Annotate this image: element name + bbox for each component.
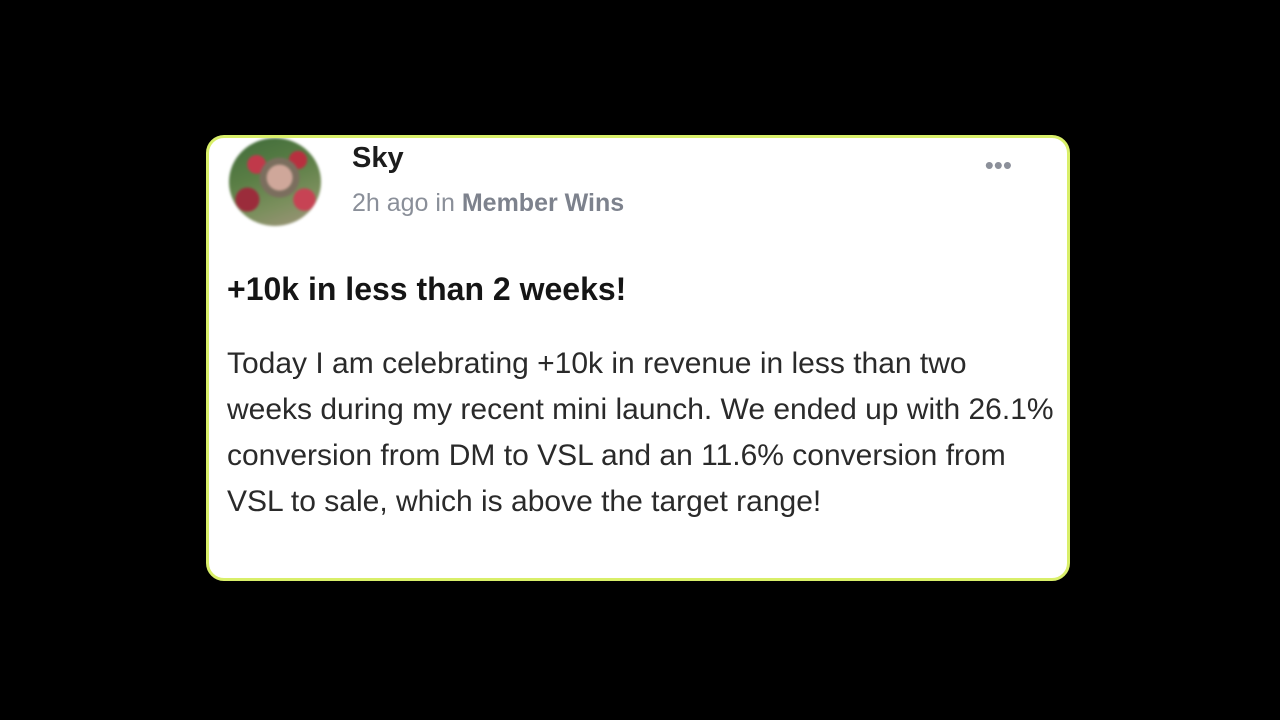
avatar[interactable] [229,138,321,226]
post-meta: 2h ago in Member Wins [352,189,624,218]
post-body: Today I am celebrating +10k in revenue i… [227,347,1054,518]
post-time: 2h ago [352,189,429,217]
post-card: Sky 2h ago in Member Wins ••• +10k in le… [206,135,1070,581]
author-name[interactable]: Sky [352,142,404,175]
more-options-icon[interactable]: ••• [985,152,1012,178]
post-title: +10k in less than 2 weeks! [227,271,627,307]
post-in-word: in [435,189,455,217]
space-link[interactable]: Member Wins [462,189,624,217]
